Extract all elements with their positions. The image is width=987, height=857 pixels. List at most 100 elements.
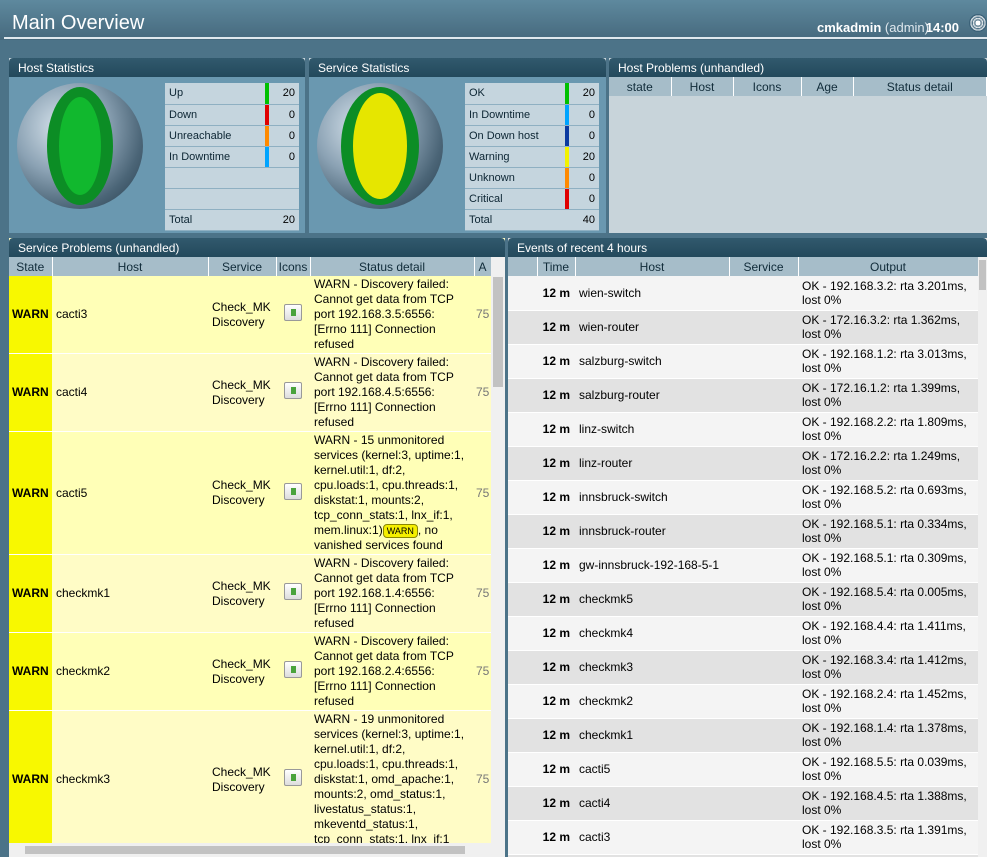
- action-menu-icon[interactable]: [284, 769, 302, 786]
- checkmk-logo-icon[interactable]: [969, 14, 987, 32]
- table-row[interactable]: 12 m salzburg-router OK - 172.16.1.2: rta …: [508, 378, 978, 413]
- stat-value[interactable]: 0: [569, 125, 599, 147]
- table-row[interactable]: WARN cacti4 Check_MK Discovery WARN - Disco…: [9, 353, 491, 432]
- stat-value[interactable]: 20: [269, 83, 299, 105]
- column-header[interactable]: Output: [798, 257, 979, 276]
- table-row[interactable]: WARN checkmk1 Check_MK Discovery WARN - Dis…: [9, 554, 491, 633]
- action-menu-icon[interactable]: [284, 482, 302, 500]
- state-badge[interactable]: WARN: [9, 276, 52, 354]
- column-header[interactable]: Status detail: [853, 77, 987, 96]
- action-menu-icon[interactable]: [284, 583, 302, 600]
- stat-label[interactable]: Warning: [465, 146, 565, 168]
- column-header[interactable]: Service: [208, 257, 277, 276]
- scrollbar-thumb[interactable]: [25, 846, 465, 854]
- table-row[interactable]: WARN checkmk2 Check_MK Discovery WARN - Dis…: [9, 632, 491, 711]
- stat-row[interactable]: Unknown 0: [465, 167, 599, 189]
- table-row[interactable]: 12 m cacti3 OK - 192.168.3.5: rta 1.391ms,…: [508, 820, 978, 855]
- table-row[interactable]: 12 m innsbruck-switch OK - 192.168.5.2: rt…: [508, 480, 978, 515]
- table-row[interactable]: 12 m checkmk3 OK - 192.168.3.4: rta 1.412m…: [508, 650, 978, 685]
- host-link[interactable]: wien-router: [575, 310, 729, 345]
- host-link[interactable]: linz-router: [575, 446, 729, 481]
- action-menu-icon[interactable]: [284, 304, 302, 321]
- service-link[interactable]: Check_MK Discovery: [208, 431, 276, 555]
- column-header[interactable]: Icons: [733, 77, 802, 96]
- scrollbar-thumb[interactable]: [493, 277, 503, 387]
- stat-total-row[interactable]: Total 40: [465, 209, 599, 231]
- stat-value[interactable]: 0: [569, 188, 599, 210]
- service-link[interactable]: Check_MK Discovery: [208, 353, 276, 432]
- service-link[interactable]: Check_MK Discovery: [208, 276, 276, 354]
- column-header[interactable]: state: [609, 77, 672, 96]
- host-link[interactable]: checkmk2: [575, 684, 729, 719]
- stat-row[interactable]: Warning 20: [465, 146, 599, 168]
- stat-total-value[interactable]: 40: [569, 209, 599, 231]
- host-link[interactable]: checkmk1: [52, 554, 208, 633]
- stat-label[interactable]: Unreachable: [165, 125, 265, 147]
- vertical-scrollbar[interactable]: [491, 257, 505, 857]
- table-row[interactable]: 12 m checkmk2 OK - 192.168.2.4: rta 1.452m…: [508, 684, 978, 719]
- host-link[interactable]: checkmk1: [575, 718, 729, 753]
- action-menu-icon[interactable]: [284, 661, 302, 678]
- host-link[interactable]: linz-switch: [575, 412, 729, 447]
- host-link[interactable]: wien-switch: [575, 276, 729, 311]
- table-row[interactable]: 12 m linz-router OK - 172.16.2.2: rta 1.24…: [508, 446, 978, 481]
- stat-total-row[interactable]: Total 20: [165, 209, 299, 231]
- column-header[interactable]: Age: [801, 77, 854, 96]
- host-link[interactable]: checkmk5: [575, 582, 729, 617]
- host-link[interactable]: salzburg-router: [575, 378, 729, 413]
- host-link[interactable]: cacti3: [52, 276, 208, 354]
- stat-row[interactable]: In Downtime 0: [465, 104, 599, 126]
- host-link[interactable]: salzburg-switch: [575, 344, 729, 379]
- stat-value[interactable]: 0: [569, 104, 599, 126]
- state-badge[interactable]: WARN: [9, 710, 52, 849]
- stat-row[interactable]: Unreachable 0: [165, 125, 299, 147]
- table-row[interactable]: WARN cacti3 Check_MK Discovery WARN - Disco…: [9, 276, 491, 354]
- host-link[interactable]: innsbruck-switch: [575, 480, 729, 515]
- table-row[interactable]: 12 m checkmk4 OK - 192.168.4.4: rta 1.411m…: [508, 616, 978, 651]
- state-badge[interactable]: WARN: [9, 554, 52, 633]
- host-link[interactable]: cacti3: [575, 820, 729, 855]
- table-row[interactable]: 12 m checkmk5 OK - 192.168.5.4: rta 0.005m…: [508, 582, 978, 617]
- state-badge[interactable]: WARN: [9, 353, 52, 432]
- action-menu-icon[interactable]: [284, 382, 302, 399]
- stat-label[interactable]: Unknown: [465, 167, 565, 189]
- column-header[interactable]: A: [474, 257, 492, 276]
- stat-value[interactable]: 0: [269, 104, 299, 126]
- state-badge[interactable]: WARN: [9, 632, 52, 711]
- table-row[interactable]: 12 m cacti5 OK - 192.168.5.5: rta 0.039ms,…: [508, 752, 978, 787]
- stat-row[interactable]: On Down host 0: [465, 125, 599, 147]
- stat-total-value[interactable]: 20: [269, 209, 299, 231]
- host-link[interactable]: cacti5: [52, 431, 208, 555]
- stat-value[interactable]: 20: [569, 146, 599, 168]
- service-link[interactable]: Check_MK Discovery: [208, 710, 276, 849]
- table-row[interactable]: 12 m gw-innsbruck-192-168-5-1 OK - 192.168…: [508, 548, 978, 583]
- stat-label[interactable]: Critical: [465, 188, 565, 210]
- stat-row[interactable]: OK 20: [465, 83, 599, 105]
- table-row[interactable]: 12 m wien-switch OK - 192.168.3.2: rta 3.2…: [508, 276, 978, 311]
- stat-label[interactable]: In Downtime: [165, 146, 265, 168]
- table-row[interactable]: 12 m checkmk1 OK - 192.168.1.4: rta 1.378m…: [508, 718, 978, 753]
- host-link[interactable]: innsbruck-router: [575, 514, 729, 549]
- host-link[interactable]: gw-innsbruck-192-168-5-1: [575, 548, 729, 583]
- stat-value[interactable]: 0: [269, 146, 299, 168]
- stat-label[interactable]: Up: [165, 83, 265, 105]
- stat-label[interactable]: OK: [465, 83, 565, 105]
- host-link[interactable]: checkmk2: [52, 632, 208, 711]
- table-row[interactable]: 12 m salzburg-switch OK - 192.168.1.2: rta…: [508, 344, 978, 379]
- host-link[interactable]: checkmk4: [575, 616, 729, 651]
- column-header[interactable]: Host: [575, 257, 730, 276]
- table-row[interactable]: 12 m wien-router OK - 172.16.3.2: rta 1.36…: [508, 310, 978, 345]
- scrollbar-thumb[interactable]: [979, 260, 986, 290]
- stat-row[interactable]: Critical 0: [465, 188, 599, 210]
- stat-value[interactable]: 0: [569, 167, 599, 189]
- service-link[interactable]: Check_MK Discovery: [208, 632, 276, 711]
- column-header[interactable]: Time: [537, 257, 576, 276]
- host-link[interactable]: cacti5: [575, 752, 729, 787]
- host-link[interactable]: cacti4: [52, 353, 208, 432]
- service-globe-icon[interactable]: [317, 83, 443, 209]
- state-badge[interactable]: WARN: [9, 431, 52, 555]
- column-header[interactable]: Icons: [276, 257, 311, 276]
- stat-value[interactable]: 20: [569, 83, 599, 105]
- username[interactable]: cmkadmin: [817, 20, 881, 35]
- user-info[interactable]: cmkadmin (admin): [817, 20, 929, 35]
